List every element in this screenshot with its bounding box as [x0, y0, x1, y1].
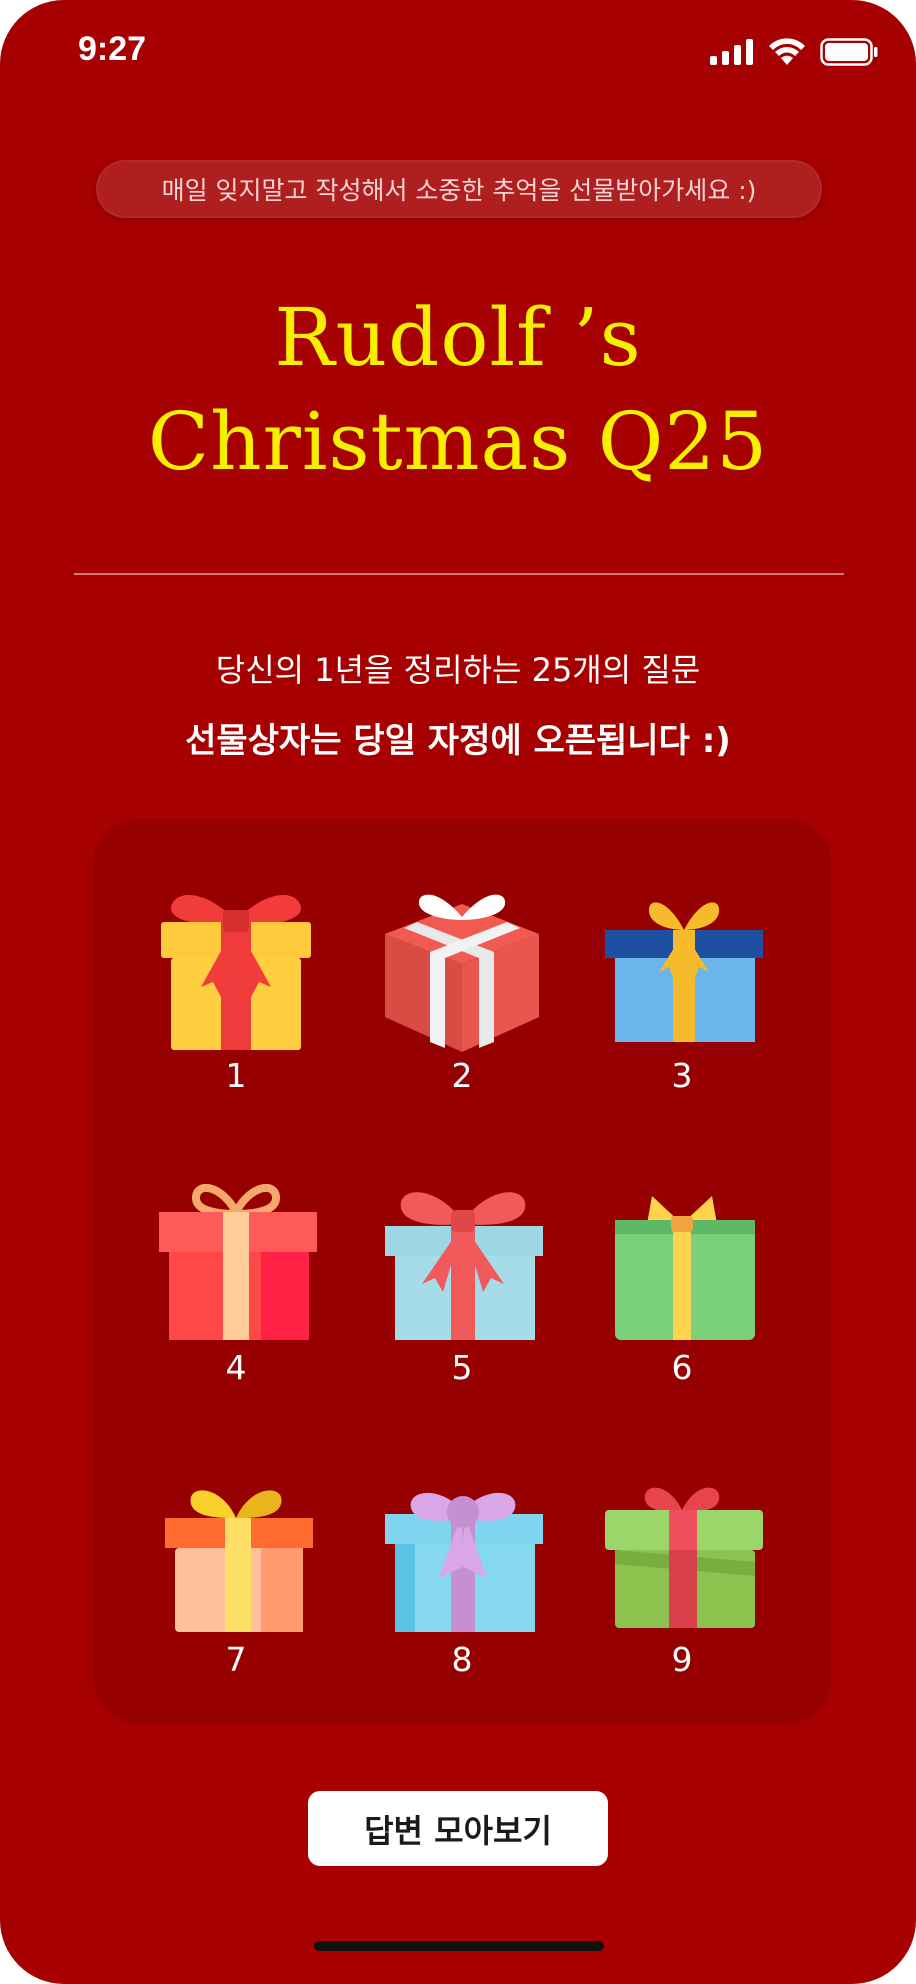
gift-item-5[interactable]: 5 — [372, 1174, 552, 1414]
gift-number: 3 — [671, 1056, 693, 1095]
gift-number: 7 — [225, 1640, 247, 1679]
reminder-banner: 매일 잊지말고 작성해서 소중한 추억을 선물받아가세요 :) — [96, 160, 822, 218]
gift-box-icon — [165, 1490, 313, 1632]
app-screen: 9:27 매일 잊지말고 작성해서 소중한 추억을 선물받아가세요 :) Rud… — [0, 0, 916, 1984]
gift-box-icon — [605, 902, 763, 1042]
status-bar: 9:27 — [0, 0, 916, 110]
gift-item-8[interactable]: 8 — [372, 1466, 552, 1706]
intro-subtitle: 당신의 1년을 정리하는 25개의 질문 — [215, 651, 701, 689]
page-title: Rudolf ’s Christmas Q25 — [0, 286, 916, 494]
gift-number: 6 — [671, 1348, 693, 1387]
gift-number: 5 — [451, 1348, 473, 1387]
status-time: 9:27 — [78, 30, 147, 68]
gift-box-icon — [385, 1492, 543, 1632]
gift-item-1[interactable]: 1 — [146, 882, 326, 1122]
gift-item-6[interactable]: 6 — [592, 1174, 772, 1414]
gift-box-icon — [161, 895, 311, 1050]
view-answers-button[interactable]: 답변 모아보기 — [308, 1791, 608, 1866]
gift-box-icon — [385, 1192, 543, 1340]
page-title-line1: Rudolf ’s — [274, 291, 642, 384]
home-indicator[interactable] — [314, 1941, 604, 1951]
gift-box-icon — [615, 1196, 755, 1340]
gift-item-2[interactable]: 2 — [372, 882, 552, 1122]
title-divider — [74, 573, 844, 575]
battery-icon — [820, 38, 878, 66]
gift-number: 8 — [451, 1640, 473, 1679]
gift-item-3[interactable]: 3 — [592, 882, 772, 1122]
gift-number: 9 — [671, 1640, 693, 1679]
gift-box-icon — [605, 1487, 763, 1628]
reminder-banner-text: 매일 잊지말고 작성해서 소중한 추억을 선물받아가세요 :) — [161, 176, 757, 205]
gift-number: 4 — [225, 1348, 247, 1387]
wifi-icon — [769, 38, 805, 65]
intro-notice: 선물상자는 당일 자정에 오픈됩니다 :) — [185, 721, 731, 761]
gift-box-icon — [159, 1184, 317, 1340]
gift-box-icon — [385, 894, 539, 1052]
status-icons — [710, 38, 878, 66]
gift-item-4[interactable]: 4 — [146, 1174, 326, 1414]
gift-grid: 1 2 3 4 5 6 7 8 9 — [93, 818, 831, 1724]
gift-item-7[interactable]: 7 — [146, 1466, 326, 1706]
gift-item-9[interactable]: 9 — [592, 1466, 772, 1706]
gift-number: 2 — [451, 1056, 473, 1095]
cellular-signal-icon — [710, 39, 753, 65]
gift-number: 1 — [225, 1056, 247, 1095]
page-title-line2: Christmas Q25 — [147, 395, 769, 488]
